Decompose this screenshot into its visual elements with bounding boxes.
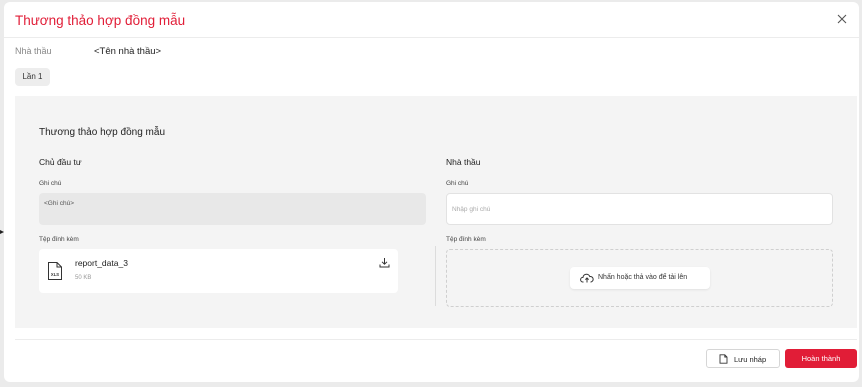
file-size: 50 KB [75,275,92,281]
investor-note-field: <Ghi chú> [39,193,426,225]
dialog-header: Thương thảo hợp đồng mẫu [4,2,859,38]
footer-divider [15,339,857,340]
dialog-title: Thương thảo hợp đồng mẫu [15,13,186,28]
contractor-note-input[interactable] [446,193,833,225]
contractor-name: <Tên nhà thầu> [94,46,162,57]
xls-file-label: XLS [51,272,59,277]
cursor-icon [0,230,4,234]
column-divider [435,246,436,306]
attachment-card[interactable]: XLS report_data_3 50 KB [39,249,398,293]
upload-button[interactable]: Nhấn hoặc thả vào để tải lên [570,267,710,289]
investor-note-label: Ghi chú [39,180,62,187]
contractor-label: Nhà thầu [15,46,52,56]
negotiation-dialog: Thương thảo hợp đồng mẫu Nhà thầu <Tên n… [4,2,859,382]
tab-round-1[interactable]: Lần 1 [15,68,50,86]
save-draft-button[interactable]: Lưu nháp [706,349,780,368]
close-icon[interactable] [835,12,849,26]
negotiation-panel: Thương thảo hợp đồng mẫu Chủ đầu tư Ghi … [15,96,857,328]
document-icon [719,354,728,364]
investor-note-value: <Ghi chú> [44,200,74,207]
contractor-attachment-label: Tệp đính kèm [446,236,486,243]
download-icon[interactable] [379,257,390,268]
save-draft-label: Lưu nháp [734,355,767,364]
upload-dropzone[interactable]: Nhấn hoặc thả vào để tải lên [446,249,833,307]
contractor-note-label: Ghi chú [446,180,469,187]
xls-file-icon: XLS [48,262,62,280]
cloud-upload-icon [580,273,594,283]
section-title: Thương thảo hợp đồng mẫu [39,127,166,138]
investor-title: Chủ đầu tư [39,157,82,167]
upload-label: Nhấn hoặc thả vào để tải lên [598,274,688,281]
file-name: report_data_3 [75,258,128,268]
contractor-column-title: Nhà thầu [446,157,481,167]
complete-button[interactable]: Hoàn thành [785,349,857,368]
investor-attachment-label: Tệp đính kèm [39,236,79,243]
